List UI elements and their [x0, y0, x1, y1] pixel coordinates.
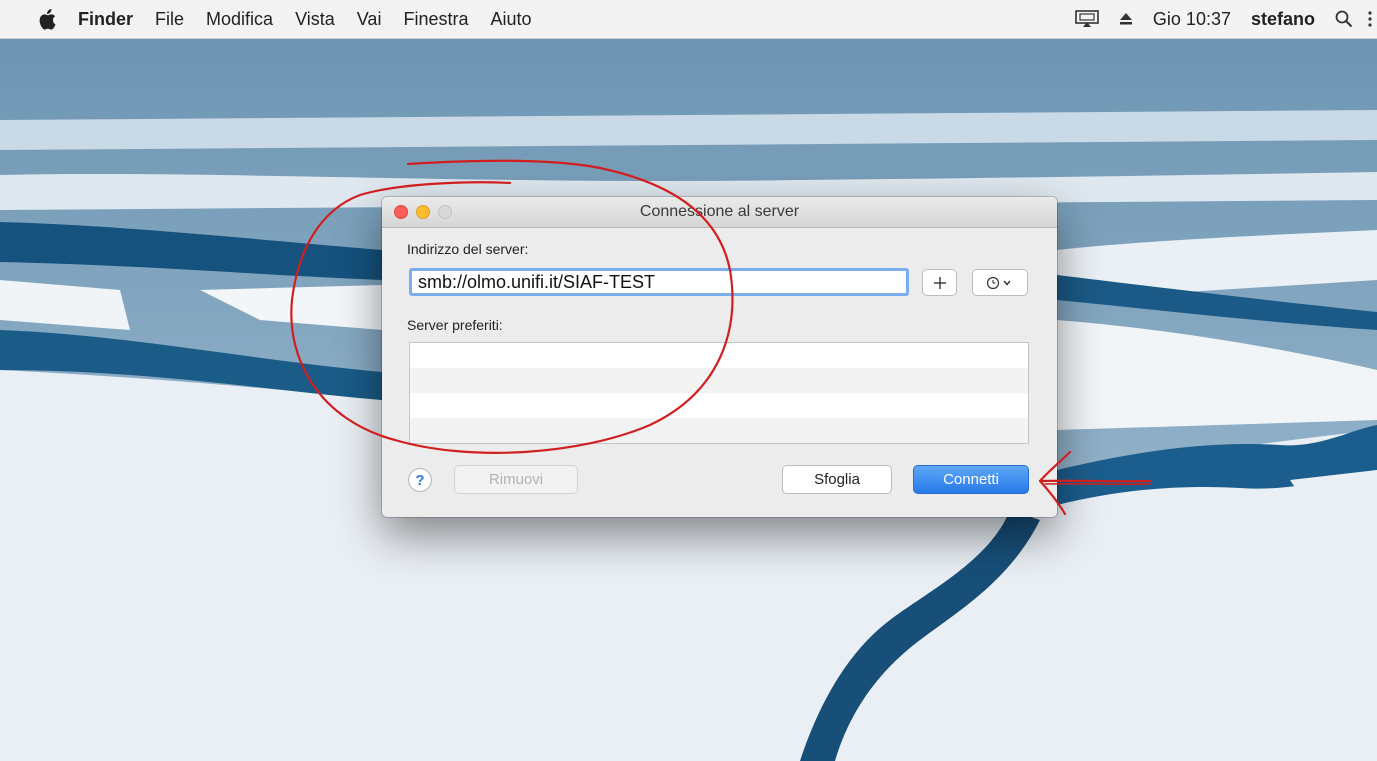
recent-servers-button[interactable] — [972, 269, 1028, 296]
menu-help[interactable]: Aiuto — [490, 9, 531, 30]
menu-edit[interactable]: Modifica — [206, 9, 273, 30]
help-button[interactable]: ? — [408, 468, 432, 492]
apple-icon[interactable] — [38, 8, 56, 30]
favorite-servers-list[interactable] — [409, 342, 1029, 444]
add-favorite-button[interactable] — [922, 269, 957, 296]
menu-view[interactable]: Vista — [295, 9, 335, 30]
menu-file[interactable]: File — [155, 9, 184, 30]
menu-go[interactable]: Vai — [357, 9, 382, 30]
connect-to-server-dialog: Connessione al server Indirizzo del serv… — [382, 197, 1057, 517]
plus-icon — [933, 276, 946, 289]
browse-button[interactable]: Sfoglia — [782, 465, 892, 494]
server-address-input[interactable] — [409, 268, 909, 296]
list-item[interactable] — [410, 418, 1028, 443]
menu-clock[interactable]: Gio 10:37 — [1153, 9, 1231, 30]
list-item[interactable] — [410, 343, 1028, 368]
notification-center-icon[interactable] — [1367, 10, 1373, 28]
menu-app-name[interactable]: Finder — [78, 9, 133, 30]
menu-user[interactable]: stefano — [1251, 9, 1315, 30]
eject-icon[interactable] — [1119, 12, 1133, 26]
airplay-icon[interactable] — [1075, 10, 1099, 28]
menu-bar: Finder File Modifica Vista Vai Finestra … — [0, 0, 1377, 39]
connect-button[interactable]: Connetti — [913, 465, 1029, 494]
remove-button[interactable]: Rimuovi — [454, 465, 578, 494]
clock-chevron-icon — [986, 276, 1011, 289]
server-address-label: Indirizzo del server: — [407, 241, 529, 257]
dialog-title: Connessione al server — [639, 203, 800, 220]
list-item[interactable] — [410, 393, 1028, 418]
spotlight-search-icon[interactable] — [1335, 10, 1353, 28]
favorite-servers-label: Server preferiti: — [407, 317, 503, 333]
menu-window[interactable]: Finestra — [403, 9, 468, 30]
list-item[interactable] — [410, 368, 1028, 393]
dialog-titlebar: Connessione al server — [382, 197, 1057, 228]
